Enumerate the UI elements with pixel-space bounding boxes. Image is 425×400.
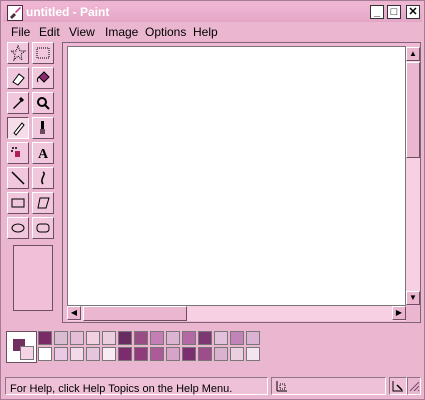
size-icon [392,381,403,392]
color-swatch[interactable] [198,331,212,345]
drawing-area: ▲ ▼ ◀ ▶ [62,42,421,323]
fill-tool[interactable] [32,67,54,89]
airbrush-tool[interactable] [7,142,29,164]
color-swatch[interactable] [150,347,164,361]
horizontal-scrollbar[interactable]: ◀ ▶ [67,306,406,321]
title-bar[interactable]: untitled - Paint _ □ ✕ [3,3,422,22]
color-swatch[interactable] [230,331,244,345]
line-icon [11,171,25,185]
close-button[interactable]: ✕ [406,5,420,19]
vertical-scroll-thumb[interactable] [406,62,420,158]
tool-options-box[interactable] [13,245,53,311]
color-swatch[interactable] [134,331,148,345]
menu-bar: File Edit View Image Options Help [3,23,422,41]
window-title: untitled - Paint [26,5,110,19]
text-tool[interactable]: A [32,142,54,164]
pick-color-tool[interactable] [7,92,29,114]
color-swatch[interactable] [38,331,52,345]
color-swatch[interactable] [102,331,116,345]
pencil-tool[interactable] [7,117,29,139]
color-swatch[interactable] [86,347,100,361]
color-swatch[interactable] [246,347,260,361]
position-icon [276,381,287,392]
color-swatch[interactable] [214,331,228,345]
paint-app-icon [7,5,23,21]
pencil-icon [13,122,25,136]
color-swatch[interactable] [86,331,100,345]
color-swatch[interactable] [230,347,244,361]
curve-tool[interactable] [32,167,54,189]
ellipse-icon [11,223,25,233]
color-swatch[interactable] [246,331,260,345]
color-swatch[interactable] [134,347,148,361]
star-select-icon [10,45,26,61]
menu-file[interactable]: File [11,25,30,39]
status-size-cell [389,377,407,395]
status-position-cell [271,377,386,395]
rounded-rectangle-icon [36,223,50,233]
resize-grip-icon [409,381,420,392]
paint-window: untitled - Paint _ □ ✕ File Edit View Im… [0,0,425,400]
color-swatch[interactable] [166,347,180,361]
color-swatch[interactable] [150,331,164,345]
color-swatch[interactable] [54,347,68,361]
magnifier-icon [37,97,50,110]
curve-icon [41,171,45,185]
color-swatch[interactable] [38,347,52,361]
magnifier-tool[interactable] [32,92,54,114]
line-tool[interactable] [7,167,29,189]
rectangle-select-icon [36,47,50,59]
brush-tool[interactable] [32,117,54,139]
scroll-right-button[interactable]: ▶ [392,306,406,320]
menu-edit[interactable]: Edit [39,25,60,39]
color-swatch[interactable] [102,347,116,361]
menu-help[interactable]: Help [193,25,218,39]
color-palette [6,331,261,365]
eraser-tool[interactable] [7,67,29,89]
brush-icon [40,121,45,134]
paint-bucket-icon [36,71,50,83]
status-bar: For Help, click Help Topics on the Help … [3,375,422,395]
color-swatch[interactable] [166,331,180,345]
menu-view[interactable]: View [69,25,95,39]
rounded-rectangle-tool[interactable] [32,217,54,239]
eyedropper-icon [13,96,25,109]
scroll-down-button[interactable]: ▼ [406,291,420,305]
horizontal-scroll-thumb[interactable] [83,306,187,321]
select-tool[interactable] [32,42,54,64]
color-swatch[interactable] [214,347,228,361]
polygon-icon [37,197,50,209]
svg-text:A: A [38,147,49,161]
scroll-left-button[interactable]: ◀ [67,306,81,320]
color-swatch[interactable] [54,331,68,345]
airbrush-icon [11,147,20,157]
menu-image[interactable]: Image [105,25,138,39]
color-swatch[interactable] [70,347,84,361]
vertical-scrollbar[interactable]: ▲ ▼ [406,47,420,305]
resize-grip[interactable] [407,377,421,395]
rectangle-icon [11,198,25,208]
text-icon: A [38,147,49,161]
background-color-swatch[interactable] [20,346,34,360]
drawing-canvas[interactable] [67,46,406,306]
color-swatch[interactable] [198,347,212,361]
color-swatch[interactable] [182,347,196,361]
minimize-button[interactable]: _ [370,5,384,19]
eraser-icon [12,73,25,86]
color-swatch[interactable] [118,331,132,345]
color-swatch[interactable] [70,331,84,345]
color-swatch[interactable] [118,347,132,361]
color-swatch[interactable] [182,331,196,345]
maximize-button[interactable]: □ [387,5,401,19]
free-form-select-tool[interactable] [7,42,29,64]
menu-options[interactable]: Options [145,25,186,39]
ellipse-tool[interactable] [7,217,29,239]
scroll-corner [406,306,420,321]
current-colors[interactable] [6,331,37,363]
polygon-tool[interactable] [32,192,54,214]
status-help-text: For Help, click Help Topics on the Help … [10,383,233,395]
scroll-up-button[interactable]: ▲ [406,47,420,61]
rectangle-tool[interactable] [7,192,29,214]
